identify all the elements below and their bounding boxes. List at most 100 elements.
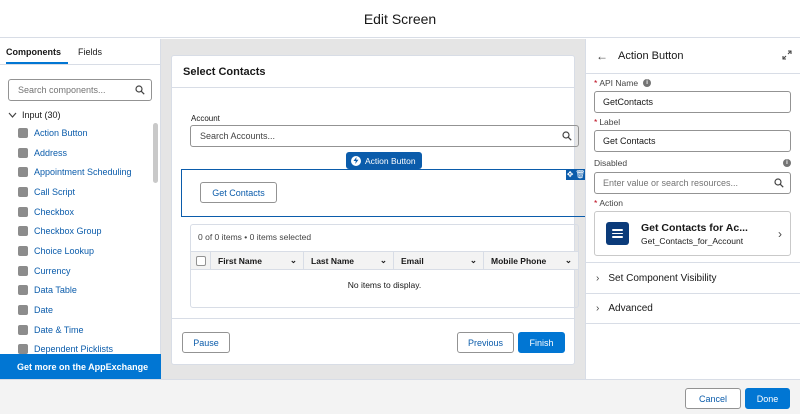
trash-icon[interactable]: 🗑 xyxy=(575,170,585,179)
column-header[interactable]: First Name ⌄ xyxy=(211,252,304,269)
select-all-checkbox[interactable] xyxy=(195,255,206,266)
component-item[interactable]: Choice Lookup xyxy=(0,241,160,261)
component-item[interactable]: Checkbox Group xyxy=(0,221,160,241)
component-item[interactable]: Checkbox xyxy=(0,202,160,222)
component-item[interactable]: Data Table xyxy=(0,281,160,301)
modal-footer: Cancel Done xyxy=(0,379,800,414)
component-item[interactable]: Date & Time xyxy=(0,320,160,340)
info-icon[interactable]: i xyxy=(783,159,791,167)
move-icon[interactable]: ✥ xyxy=(567,170,574,179)
picklist-icon xyxy=(18,344,28,355)
selected-component-badge: Action Button xyxy=(346,152,422,169)
palette-scrollbar[interactable] xyxy=(153,123,158,183)
component-palette: Components Fields Input (30) Action Butt… xyxy=(0,39,161,379)
disabled-resource-input[interactable] xyxy=(603,178,774,188)
group-header-input[interactable]: Input (30) xyxy=(8,110,160,120)
group-label: Input (30) xyxy=(22,110,61,120)
lookup-icon xyxy=(18,245,28,256)
column-header[interactable]: Last Name ⌄ xyxy=(304,252,394,269)
contacts-table: 0 of 0 items • 0 items selected First Na… xyxy=(190,224,579,308)
column-header[interactable]: Mobile Phone ⌄ xyxy=(484,252,578,269)
action-name: Get Contacts for Ac... xyxy=(641,221,748,234)
api-name-field xyxy=(594,91,791,113)
palette-tabs: Components Fields xyxy=(0,39,160,65)
cancel-button[interactable]: Cancel xyxy=(685,388,741,409)
screen-canvas: Select Contacts Account Action Button ✥ … xyxy=(161,39,586,379)
required-marker: * xyxy=(594,117,598,127)
search-icon xyxy=(774,178,784,188)
currency-icon xyxy=(18,265,28,276)
table-count: 0 of 0 items • 0 items selected xyxy=(198,232,312,242)
component-item[interactable]: Date xyxy=(0,300,160,320)
table-icon xyxy=(18,285,28,296)
checkbox-group-icon xyxy=(18,226,28,237)
api-name-input[interactable] xyxy=(603,97,784,107)
component-tools: ✥ 🗑 xyxy=(566,169,586,180)
tab-fields[interactable]: Fields xyxy=(78,47,109,64)
finish-button[interactable]: Finish xyxy=(518,332,565,353)
select-all-checkbox-cell xyxy=(191,252,211,269)
component-item[interactable]: Action Button xyxy=(0,123,160,143)
label-input[interactable] xyxy=(603,136,784,146)
component-list: Action Button Address Appointment Schedu… xyxy=(0,123,160,360)
get-contacts-button[interactable]: Get Contacts xyxy=(200,182,277,203)
required-marker: * xyxy=(594,78,598,88)
chevron-right-icon: › xyxy=(778,226,782,241)
component-item[interactable]: Appointment Scheduling xyxy=(0,162,160,182)
table-header: First Name ⌄ Last Name ⌄ Email ⌄ Mobile Pho… xyxy=(191,251,578,270)
selected-component-frame[interactable]: ✥ 🗑 Get Contacts xyxy=(181,169,586,217)
column-header[interactable]: Email ⌄ xyxy=(394,252,484,269)
calendar-icon xyxy=(18,167,28,178)
component-item[interactable]: Address xyxy=(0,143,160,163)
account-search-input[interactable] xyxy=(200,131,562,141)
component-item[interactable]: Currency xyxy=(0,261,160,281)
previous-button[interactable]: Previous xyxy=(457,332,514,353)
back-arrow-icon[interactable]: ← xyxy=(596,49,608,63)
phone-icon xyxy=(18,186,28,197)
account-lookup xyxy=(190,125,579,147)
section-visibility[interactable]: › Set Component Visibility xyxy=(586,263,800,293)
disabled-field xyxy=(594,172,791,194)
component-search-input[interactable] xyxy=(18,85,135,95)
chevron-down-icon: ⌄ xyxy=(379,255,387,265)
divider xyxy=(172,87,574,88)
component-item[interactable]: Call Script xyxy=(0,182,160,202)
chevron-right-icon: › xyxy=(596,272,600,284)
done-button[interactable]: Done xyxy=(745,388,790,409)
required-marker: * xyxy=(594,198,598,208)
modal-title: Edit Screen xyxy=(363,10,437,27)
section-advanced[interactable]: › Advanced xyxy=(586,293,800,323)
modal-header: Edit Screen xyxy=(0,0,800,38)
disabled-label: Disabled i xyxy=(594,158,791,168)
expand-icon[interactable] xyxy=(782,50,792,60)
location-icon xyxy=(18,147,28,158)
label-field-label: * Label xyxy=(594,117,621,127)
screen-title: Select Contacts xyxy=(183,66,266,78)
properties-header: ← Action Button xyxy=(586,39,800,74)
account-label: Account xyxy=(191,114,220,123)
tab-components[interactable]: Components xyxy=(6,47,68,64)
divider xyxy=(586,323,800,324)
datetime-icon xyxy=(18,324,28,335)
chevron-down-icon: ⌄ xyxy=(564,255,572,265)
action-selector[interactable]: Get Contacts for Ac... Get_Contacts_for_… xyxy=(594,211,791,256)
divider xyxy=(172,318,574,319)
screen-card: Select Contacts Account Action Button ✥ … xyxy=(171,55,586,365)
action-api-name: Get_Contacts_for_Account xyxy=(641,235,744,246)
search-icon[interactable] xyxy=(135,85,145,95)
chevron-right-icon: › xyxy=(596,302,600,314)
flow-icon xyxy=(606,222,629,245)
info-icon[interactable]: i xyxy=(643,79,652,87)
api-name-label: * API Name i xyxy=(594,78,652,88)
bolt-icon xyxy=(351,155,361,166)
chevron-down-icon: ⌄ xyxy=(469,255,477,265)
chevron-down-icon xyxy=(8,112,17,118)
properties-panel: ← Action Button * API Name i * Label Dis… xyxy=(585,39,800,379)
search-icon xyxy=(562,131,572,141)
pause-button[interactable]: Pause xyxy=(182,332,230,353)
date-icon xyxy=(18,305,28,316)
appexchange-link[interactable]: Get more on the AppExchange xyxy=(0,354,161,379)
label-field xyxy=(594,130,791,152)
component-search xyxy=(8,79,152,101)
properties-title: Action Button xyxy=(618,50,684,62)
